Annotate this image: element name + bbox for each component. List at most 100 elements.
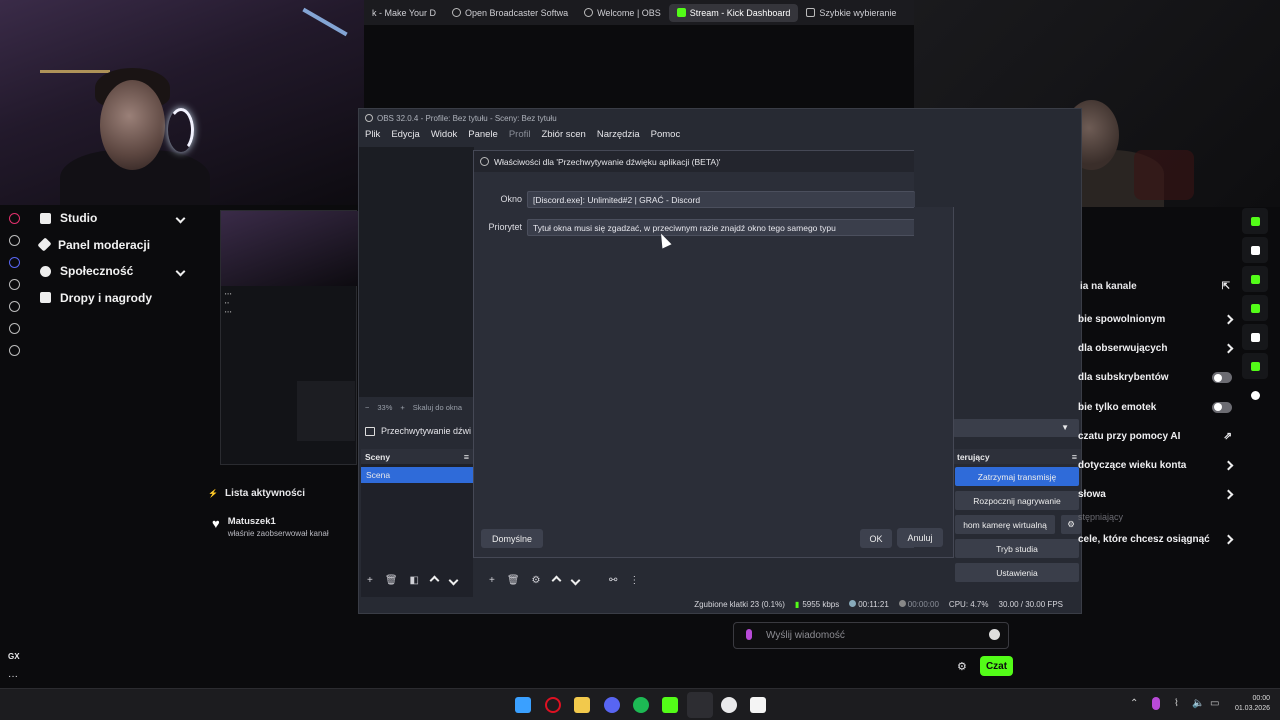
quick-action-tools-icon[interactable] (1242, 353, 1268, 379)
start-icon[interactable] (515, 697, 531, 713)
quick-action-more-icon[interactable] (1242, 382, 1268, 408)
activity-item[interactable]: ♥ Matuszek1 właśnie zaobserwował kanał (200, 502, 358, 538)
setting-subscribers[interactable]: dla subskrybentów (1078, 363, 1240, 392)
setting-slow-mode[interactable]: bie spowolnionym (1078, 305, 1240, 334)
stop-streaming-button[interactable]: Zatrzymaj transmisję (955, 467, 1079, 486)
file-explorer-icon[interactable] (574, 697, 590, 713)
defaults-button[interactable]: Domyślne (481, 529, 543, 548)
more-icon[interactable]: ··· (8, 671, 18, 682)
menu-docks[interactable]: Panele (468, 129, 498, 145)
gear-icon[interactable]: ⚙ (957, 660, 967, 673)
instagram-icon[interactable] (8, 213, 20, 224)
start-recording-button[interactable]: Rozpocznij nagrywanie (955, 491, 1079, 510)
quick-action-notes-icon[interactable] (1242, 237, 1268, 263)
setting-account-age[interactable]: dotyczące wieku konta (1078, 451, 1240, 480)
transition-select[interactable]: ▼ (953, 419, 1079, 437)
bitrate: 5955 kbps (802, 599, 840, 609)
battery-icon[interactable]: ▭ (1210, 698, 1219, 709)
opera-gx-icon[interactable] (545, 697, 561, 713)
popout-icon[interactable]: ⇱ (1222, 281, 1230, 292)
controls-header: terujący (957, 451, 990, 462)
discord-icon[interactable] (604, 697, 620, 713)
setting-words[interactable]: słowa (1078, 480, 1240, 509)
steam-icon[interactable] (687, 692, 713, 718)
nav-item-drops[interactable]: Dropy i nagrody (28, 285, 200, 312)
link-icon[interactable]: ⚯ (609, 575, 617, 586)
menu-scene-collection[interactable]: Zbiór scen (541, 129, 585, 145)
browser-tab[interactable]: Welcome | OBS (576, 4, 669, 22)
quick-action-bolt-icon[interactable] (1242, 208, 1268, 234)
studio-mode-button[interactable]: Tryb studia (955, 539, 1079, 558)
subscribers-toggle[interactable] (1212, 372, 1232, 384)
menu-file[interactable]: Plik (365, 129, 380, 145)
tiktok-icon[interactable] (8, 235, 20, 246)
quick-action-broadcast-icon[interactable] (1242, 295, 1268, 321)
move-down-icon[interactable] (448, 575, 459, 585)
nav-item-studio[interactable]: Studio (28, 205, 200, 232)
move-down-icon[interactable] (570, 575, 580, 585)
delete-source-icon[interactable]: 🗑 (507, 575, 520, 586)
quick-action-chat-icon[interactable] (1242, 266, 1268, 292)
record-time: 00:00:00 (907, 599, 939, 609)
kick-icon[interactable] (662, 697, 678, 713)
community-icon (40, 265, 51, 277)
spotify-icon[interactable] (633, 697, 649, 713)
settings-button[interactable]: Ustawienia (955, 563, 1079, 582)
kebab-menu-icon[interactable]: ⋮ (629, 575, 639, 586)
scene-item[interactable]: Scena (361, 467, 474, 483)
filter-icon[interactable]: ◧ (410, 575, 419, 586)
browser-tab-active[interactable]: Stream - Kick Dashboard (668, 3, 799, 22)
add-scene-icon[interactable]: + (367, 575, 373, 586)
nav-item-community[interactable]: Społeczność (28, 258, 200, 285)
menu-view[interactable]: Widok (431, 129, 457, 145)
messenger-icon[interactable] (8, 279, 20, 290)
menu-profile[interactable]: Profil (509, 129, 531, 145)
priority-select[interactable]: Tytuł okna musi się zgadzać, w przeciwny… (527, 219, 940, 236)
extensions-icon[interactable] (8, 323, 20, 334)
browser-tab[interactable]: Szybkie wybieranie (798, 4, 904, 22)
activity-user[interactable]: Matuszek1 (228, 516, 329, 527)
network-icon[interactable]: ⌇ (1174, 698, 1179, 709)
add-source-icon[interactable]: + (489, 575, 495, 586)
mic-tray-icon[interactable] (1152, 697, 1160, 710)
chat-input[interactable]: Wyślij wiadomość (733, 622, 1009, 649)
gear-icon[interactable] (8, 345, 20, 356)
move-up-icon[interactable] (551, 575, 561, 585)
ok-button[interactable]: OK (860, 529, 892, 548)
volume-icon[interactable]: 🔈 (1192, 698, 1204, 709)
microphone-icon[interactable] (746, 629, 752, 640)
setting-emotes[interactable]: bie tylko emotek (1078, 393, 1240, 422)
window-select[interactable]: [Discord.exe]: Unlimited#2 | GRAĆ - Disc… (527, 191, 915, 208)
clock[interactable]: 00:00 01.03.2026 (1226, 694, 1270, 714)
quick-action-layout-icon[interactable] (1242, 324, 1268, 350)
nav-item-moderation[interactable]: Panel moderacji (28, 232, 200, 259)
zoom-fit-label[interactable]: Skaluj do okna (413, 403, 462, 412)
obs-preview[interactable] (359, 147, 474, 397)
tray-chevron-icon[interactable]: ⌃ (1130, 698, 1138, 709)
emotes-toggle[interactable] (1212, 401, 1232, 413)
zoom-out-icon[interactable]: − (365, 403, 369, 412)
emoji-icon[interactable] (989, 629, 1000, 640)
move-up-icon[interactable] (429, 575, 440, 585)
history-icon[interactable] (8, 301, 20, 312)
browser-tab[interactable]: k - Make Your D (364, 4, 444, 22)
setting-goals[interactable]: cele, które chcesz osiągnąć (1078, 525, 1240, 554)
dock-menu-icon[interactable]: ≡ (464, 452, 469, 462)
menu-help[interactable]: Pomoc (651, 129, 681, 145)
gear-icon[interactable]: ⚙ (532, 575, 541, 586)
menu-tools[interactable]: Narzędzia (597, 129, 640, 145)
menu-edit[interactable]: Edycja (391, 129, 420, 145)
virtual-camera-button[interactable]: hom kamerę wirtualną (955, 515, 1055, 534)
dock-menu-icon[interactable]: ≡ (1072, 452, 1077, 462)
obs-icon[interactable] (721, 697, 737, 713)
cancel-button-visible[interactable]: Anuluj (897, 528, 943, 547)
zoom-in-icon[interactable]: + (400, 403, 404, 412)
hammer-icon (37, 237, 52, 252)
setting-followers[interactable]: dla obserwujących (1078, 334, 1240, 363)
app-icon[interactable] (750, 697, 766, 713)
discord-icon[interactable] (8, 257, 20, 268)
chat-send-button[interactable]: Czat (980, 656, 1013, 676)
setting-ai-moderation[interactable]: czatu przy pomocy AI ⇗ (1078, 422, 1240, 451)
browser-tab[interactable]: Open Broadcaster Softwa (444, 4, 576, 22)
delete-scene-icon[interactable]: 🗑 (385, 575, 398, 586)
